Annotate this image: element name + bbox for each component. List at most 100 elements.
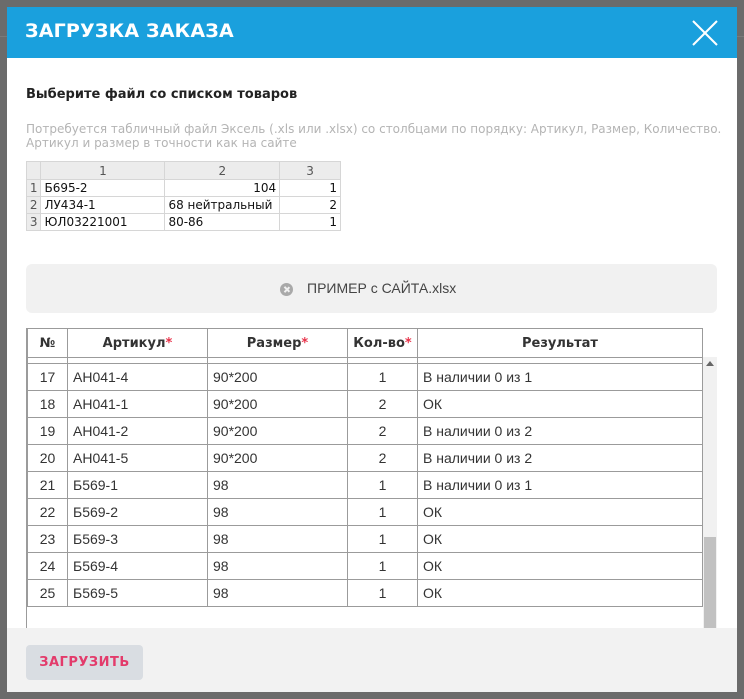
upload-button[interactable]: ЗАГРУЗИТЬ — [26, 645, 143, 680]
table-row: 17 АН041-4 90*200 1 В наличии 0 из 1 — [27, 363, 703, 391]
cell-qty: 1 — [347, 471, 418, 499]
col-header-article: Артикул* — [67, 328, 208, 358]
table-row: 18 АН041-1 90*200 2 ОК — [27, 390, 703, 418]
cell-article: Б569-2 — [67, 498, 208, 526]
cell-qty: 2 — [347, 444, 418, 472]
excel-cell: ЛУ434-1 — [40, 196, 166, 214]
modal-body: Выберите файл со списком товаров Потребу… — [7, 58, 737, 692]
cell-number: 23 — [27, 525, 68, 553]
cell-size: 98 — [207, 579, 348, 607]
cell-qty: 1 — [347, 579, 418, 607]
cell-qty: 1 — [347, 552, 418, 580]
excel-row-number: 2 — [25, 196, 42, 214]
excel-row-number: 3 — [25, 213, 42, 231]
cell-article: АН041-4 — [67, 363, 208, 391]
table-row: 19 АН041-2 90*200 2 В наличии 0 из 2 — [27, 417, 703, 445]
cell-result: ОК — [417, 525, 703, 553]
col-header-size: Размер* — [207, 328, 348, 358]
cell-size: 90*200 — [207, 390, 348, 418]
table-row: 20 АН041-5 90*200 2 В наличии 0 из 2 — [27, 444, 703, 472]
cell-article: Б569-3 — [67, 525, 208, 553]
excel-col-header: 2 — [164, 161, 281, 180]
required-mark: * — [301, 335, 309, 351]
table-row: 21 Б569-1 98 1 В наличии 0 из 1 — [27, 471, 703, 499]
excel-cell: Б695-2 — [40, 179, 166, 197]
cell-article: АН041-2 — [67, 417, 208, 445]
file-prompt: Выберите файл со списком товаров — [26, 87, 298, 102]
scroll-up-icon[interactable] — [706, 361, 714, 366]
selected-file[interactable]: ПРИМЕР с САЙТА.xlsx — [26, 264, 717, 313]
format-hint: Потребуется табличный файл Эксель (.xls … — [26, 122, 722, 150]
cell-size: 98 — [207, 525, 348, 553]
modal-header: ЗАГРУЗКА ЗАКАЗА — [7, 7, 737, 58]
table-row: 23 Б569-3 98 1 ОК — [27, 525, 703, 553]
close-icon[interactable] — [691, 19, 719, 47]
cell-number: 22 — [27, 498, 68, 526]
table-row: 24 Б569-4 98 1 ОК — [27, 552, 703, 580]
excel-col-header: 3 — [279, 161, 341, 180]
cell-article: АН041-5 — [67, 444, 208, 472]
remove-file-icon[interactable] — [280, 283, 293, 296]
col-header-number: № — [27, 328, 68, 358]
cell-result: ОК — [417, 390, 703, 418]
cell-number: 21 — [27, 471, 68, 499]
cell-result: В наличии 0 из 1 — [417, 471, 703, 499]
excel-cell: 1 — [279, 179, 341, 197]
cell-size: 90*200 — [207, 363, 348, 391]
cell-result: В наличии 0 из 1 — [417, 363, 703, 391]
excel-row: 3 ЮЛ03221001 80-86 1 — [25, 213, 341, 231]
modal-footer: ЗАГРУЗИТЬ — [7, 628, 737, 692]
excel-cell: 2 — [279, 196, 341, 214]
cell-number: 19 — [27, 417, 68, 445]
excel-cell: 1 — [279, 213, 341, 231]
cell-qty: 1 — [347, 525, 418, 553]
excel-row: 1 Б695-2 104 1 — [25, 179, 341, 197]
cell-number: 25 — [27, 579, 68, 607]
excel-row: 2 ЛУ434-1 68 нейтральный 2 — [25, 196, 341, 214]
cell-result: ОК — [417, 552, 703, 580]
excel-col-header: 1 — [40, 161, 166, 180]
results-header-row: № Артикул* Размер* Кол-во* Результат — [27, 328, 703, 358]
col-header-label: Размер — [246, 335, 302, 351]
cell-number: 24 — [27, 552, 68, 580]
cell-result: ОК — [417, 498, 703, 526]
excel-example: 1 2 3 1 Б695-2 104 1 2 ЛУ434-1 68 нейтра… — [25, 161, 341, 231]
cell-number: 17 — [27, 363, 68, 391]
results-table-container[interactable]: № Артикул* Размер* Кол-во* Результат 17 А… — [26, 328, 719, 637]
required-mark: * — [165, 335, 173, 351]
cell-size: 90*200 — [207, 444, 348, 472]
cell-result: ОК — [417, 579, 703, 607]
required-mark: * — [404, 335, 412, 351]
cell-article: Б569-5 — [67, 579, 208, 607]
file-name: ПРИМЕР с САЙТА.xlsx — [307, 280, 457, 296]
col-header-label: Кол-во — [353, 335, 405, 351]
cell-number: 18 — [27, 390, 68, 418]
cell-article: Б569-1 — [67, 471, 208, 499]
excel-cell: 104 — [164, 179, 281, 197]
cell-qty: 1 — [347, 498, 418, 526]
excel-cell: 80-86 — [164, 213, 281, 231]
table-row: 22 Б569-2 98 1 ОК — [27, 498, 703, 526]
cell-size: 98 — [207, 471, 348, 499]
col-header-label: Артикул — [102, 335, 166, 351]
col-header-result: Результат — [417, 328, 703, 358]
cell-qty: 1 — [347, 363, 418, 391]
results-table: № Артикул* Размер* Кол-во* Результат 17 А… — [27, 328, 703, 607]
cell-qty: 2 — [347, 417, 418, 445]
excel-row-number: 1 — [25, 179, 42, 197]
excel-corner — [25, 161, 42, 180]
cell-article: АН041-1 — [67, 390, 208, 418]
cell-size: 98 — [207, 498, 348, 526]
col-header-qty: Кол-во* — [347, 328, 418, 358]
excel-cell: 68 нейтральный — [164, 196, 281, 214]
cell-result: В наличии 0 из 2 — [417, 417, 703, 445]
cell-size: 90*200 — [207, 417, 348, 445]
cell-qty: 2 — [347, 390, 418, 418]
excel-header-row: 1 2 3 — [25, 161, 341, 180]
excel-cell: ЮЛ03221001 — [40, 213, 166, 231]
results-scrollbar[interactable] — [703, 357, 717, 630]
upload-order-modal: ЗАГРУЗКА ЗАКАЗА Выберите файл со списком… — [7, 7, 737, 692]
cell-size: 98 — [207, 552, 348, 580]
table-row: 25 Б569-5 98 1 ОК — [27, 579, 703, 607]
scrollbar-thumb[interactable] — [704, 537, 716, 630]
